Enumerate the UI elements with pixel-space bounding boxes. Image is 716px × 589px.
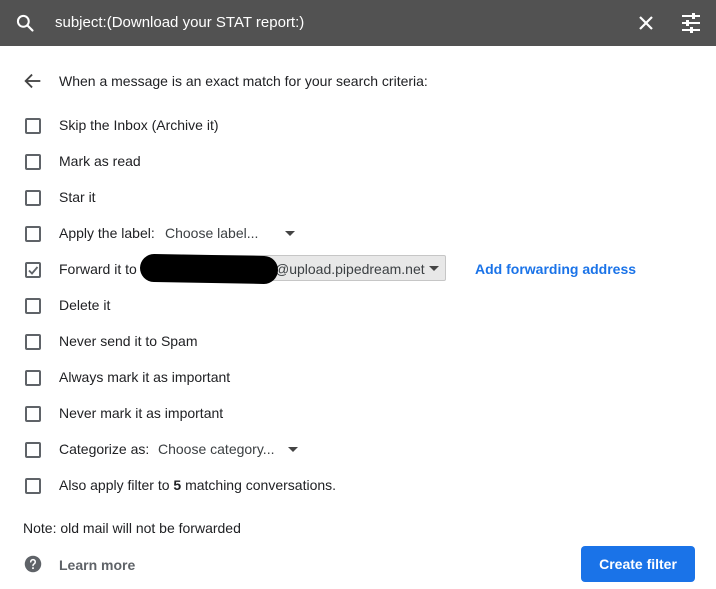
never-spam-checkbox[interactable] [25, 334, 41, 350]
mark-as-read-checkbox[interactable] [25, 154, 41, 170]
search-bar: subject:(Download your STAT report:) [0, 0, 716, 46]
never-important-checkbox[interactable] [25, 406, 41, 422]
label-select[interactable]: Choose label... [165, 219, 295, 247]
option-never-important: Never mark it as important [0, 398, 716, 428]
close-icon[interactable] [634, 11, 658, 35]
skip-inbox-checkbox[interactable] [25, 118, 41, 134]
option-forward: Forward it to @upload.pipedream.net Add … [0, 253, 716, 285]
forward-checkbox[interactable] [25, 262, 41, 278]
option-mark-as-read: Mark as read [0, 146, 716, 176]
option-label-prefix: Also apply filter to [59, 477, 174, 493]
always-important-checkbox[interactable] [25, 370, 41, 386]
star-it-checkbox[interactable] [25, 190, 41, 206]
option-apply-label: Apply the label: Choose label... [0, 218, 716, 248]
tune-icon[interactable] [679, 11, 703, 35]
option-delete: Delete it [0, 290, 716, 320]
option-label: Also apply filter to 5 matching conversa… [59, 477, 336, 493]
option-label: Delete it [59, 297, 111, 313]
forward-note: Note: old mail will not be forwarded [23, 520, 241, 536]
option-never-spam: Never send it to Spam [0, 326, 716, 356]
option-label: Skip the Inbox (Archive it) [59, 117, 219, 133]
option-categorize: Categorize as: Choose category... [0, 434, 716, 464]
caret-down-icon [285, 230, 295, 236]
redaction-mark [139, 253, 279, 285]
option-apply-existing: Also apply filter to 5 matching conversa… [0, 470, 716, 500]
option-label: Star it [59, 189, 96, 205]
filter-header: When a message is an exact match for you… [0, 66, 716, 96]
forward-address-value: @upload.pipedream.net [275, 261, 425, 277]
option-label: Never mark it as important [59, 405, 224, 421]
option-star-it: Star it [0, 182, 716, 212]
checkmark-icon [28, 266, 39, 275]
option-label-suffix: matching conversations. [181, 477, 337, 493]
option-label: Apply the label: [59, 225, 155, 241]
apply-existing-checkbox[interactable] [25, 478, 41, 494]
option-label: Categorize as: [59, 441, 150, 457]
category-select[interactable]: Choose category... [158, 435, 298, 463]
categorize-checkbox[interactable] [25, 442, 41, 458]
caret-down-icon [288, 446, 298, 452]
option-label: Never send it to Spam [59, 333, 198, 349]
add-forwarding-address-link[interactable]: Add forwarding address [475, 261, 636, 277]
option-label: Mark as read [59, 153, 141, 169]
label-select-value: Choose label... [165, 225, 259, 241]
category-select-value: Choose category... [158, 441, 275, 457]
option-label: Forward it to [59, 261, 137, 277]
option-always-important: Always mark it as important [0, 362, 716, 392]
search-icon[interactable] [15, 13, 35, 33]
delete-checkbox[interactable] [25, 298, 41, 314]
learn-more-link[interactable]: Learn more [59, 557, 135, 573]
apply-label-checkbox[interactable] [25, 226, 41, 242]
search-input[interactable]: subject:(Download your STAT report:) [55, 14, 304, 31]
arrow-back-icon[interactable] [22, 70, 44, 92]
create-filter-button[interactable]: Create filter [581, 546, 695, 582]
filter-header-text: When a message is an exact match for you… [59, 73, 428, 89]
option-label: Always mark it as important [59, 369, 231, 385]
help-icon[interactable] [24, 555, 42, 573]
caret-down-icon [429, 266, 439, 271]
option-skip-inbox: Skip the Inbox (Archive it) [0, 110, 716, 140]
